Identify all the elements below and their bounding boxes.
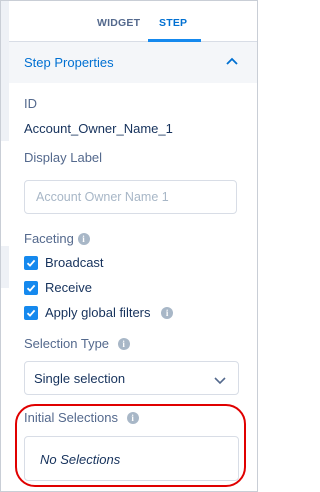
selection-type-select[interactable]: Single selection — [24, 361, 239, 395]
broadcast-label: Broadcast — [45, 255, 104, 270]
display-label-input[interactable]: Account Owner Name 1 — [24, 180, 237, 214]
step-properties-panel: WIDGET STEP Step Properties ID Account_O… — [0, 0, 258, 492]
tab-widget[interactable]: WIDGET — [97, 17, 140, 29]
selection-type-label-text: Selection Type — [24, 336, 110, 351]
step-properties-header[interactable]: Step Properties — [9, 42, 257, 83]
faceting-info-icon[interactable]: i — [77, 233, 90, 245]
checkbox-checked-icon — [24, 256, 38, 270]
selection-type-value: Single selection — [34, 371, 126, 386]
apply-global-filters-text: Apply global filters — [45, 305, 151, 320]
left-edge-strip — [1, 246, 9, 288]
apply-global-filters-checkbox[interactable]: Apply global filters i — [24, 305, 224, 321]
chevron-up-icon[interactable] — [225, 54, 239, 68]
receive-checkbox[interactable]: Receive — [24, 280, 144, 296]
id-label: ID — [24, 96, 37, 111]
section-title: Step Properties — [24, 55, 114, 70]
faceting-label-text: Faceting — [24, 231, 74, 246]
selection-type-info-icon[interactable]: i — [117, 338, 130, 350]
apply-global-filters-label: Apply global filters i — [45, 305, 174, 320]
highlight-annotation — [15, 404, 246, 487]
broadcast-checkbox[interactable]: Broadcast — [24, 255, 144, 271]
apply-global-filters-info-icon[interactable]: i — [161, 307, 174, 319]
tab-bar: WIDGET STEP — [9, 1, 257, 42]
checkbox-checked-icon — [24, 306, 38, 320]
left-edge-strip — [1, 1, 9, 141]
faceting-label: Faceting i — [24, 231, 90, 246]
chevron-down-icon — [214, 377, 226, 385]
display-label-label: Display Label — [24, 150, 103, 165]
tab-step[interactable]: STEP — [159, 17, 187, 29]
id-value: Account_Owner_Name_1 — [24, 121, 173, 136]
receive-label: Receive — [45, 280, 92, 295]
checkbox-checked-icon — [24, 281, 38, 295]
selection-type-label: Selection Type i — [24, 336, 130, 351]
